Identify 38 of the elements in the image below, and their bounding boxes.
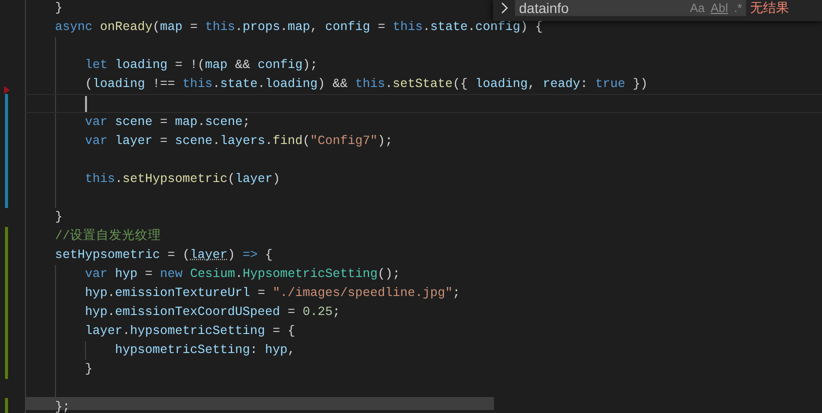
added-line-marker[interactable] bbox=[5, 398, 8, 413]
modified-line-marker[interactable] bbox=[5, 170, 8, 189]
code-line: }; bbox=[55, 399, 70, 413]
code-comment: //设置自发光纹理 bbox=[55, 228, 162, 245]
whole-word-toggle[interactable]: Abl bbox=[710, 0, 728, 16]
code-line: var hyp = new Cesium.HypsometricSetting(); bbox=[85, 266, 400, 283]
added-line-marker[interactable] bbox=[5, 360, 8, 379]
modified-line-marker[interactable] bbox=[5, 113, 8, 132]
modified-line-marker[interactable] bbox=[5, 132, 8, 151]
added-line-marker[interactable] bbox=[5, 303, 8, 322]
code-line: setHypsometric = (layer) => { bbox=[55, 247, 273, 264]
code-line: hyp.emissionTexCoordUSpeed = 0.25; bbox=[85, 304, 340, 321]
find-result-text: 无结果 bbox=[750, 0, 789, 16]
modified-line-marker[interactable] bbox=[5, 189, 8, 208]
added-line-marker[interactable] bbox=[5, 322, 8, 341]
chevron-right-icon[interactable] bbox=[499, 1, 509, 16]
code-line: layer.hypsometricSetting = { bbox=[85, 323, 296, 340]
find-input-field[interactable]: datainfo Aa Abl .* bbox=[515, 0, 746, 16]
added-line-marker[interactable] bbox=[5, 284, 8, 303]
modified-line-marker[interactable] bbox=[5, 94, 8, 113]
code-line: let loading = !(map && config); bbox=[85, 57, 318, 74]
added-line-marker[interactable] bbox=[5, 227, 8, 246]
added-line-marker[interactable] bbox=[5, 246, 8, 265]
code-line: var scene = map.scene; bbox=[85, 114, 250, 131]
code-line: this.setHypsometric(layer) bbox=[85, 171, 280, 188]
code-line: } bbox=[85, 361, 93, 378]
code-line: var layer = scene.layers.find("Config7"); bbox=[85, 133, 393, 150]
added-line-marker[interactable] bbox=[5, 341, 8, 360]
code-line: } bbox=[55, 0, 63, 17]
code-line: async onReady(map = this.props.map, config = this.state.config) { bbox=[55, 19, 543, 36]
added-line-marker[interactable] bbox=[5, 265, 8, 284]
modified-line-marker[interactable] bbox=[5, 151, 8, 170]
code-line: hypsometricSetting: hyp, bbox=[115, 342, 296, 359]
code-line: hyp.emissionTextureUrl = "./images/speedline.jpg"; bbox=[85, 285, 460, 302]
match-case-toggle[interactable]: Aa bbox=[690, 0, 705, 16]
code-line: (loading !== this.state.loading) && this.setState({ loading, ready: true }) bbox=[85, 76, 648, 93]
code-line: } bbox=[55, 209, 63, 226]
regex-toggle[interactable]: .* bbox=[734, 0, 742, 16]
